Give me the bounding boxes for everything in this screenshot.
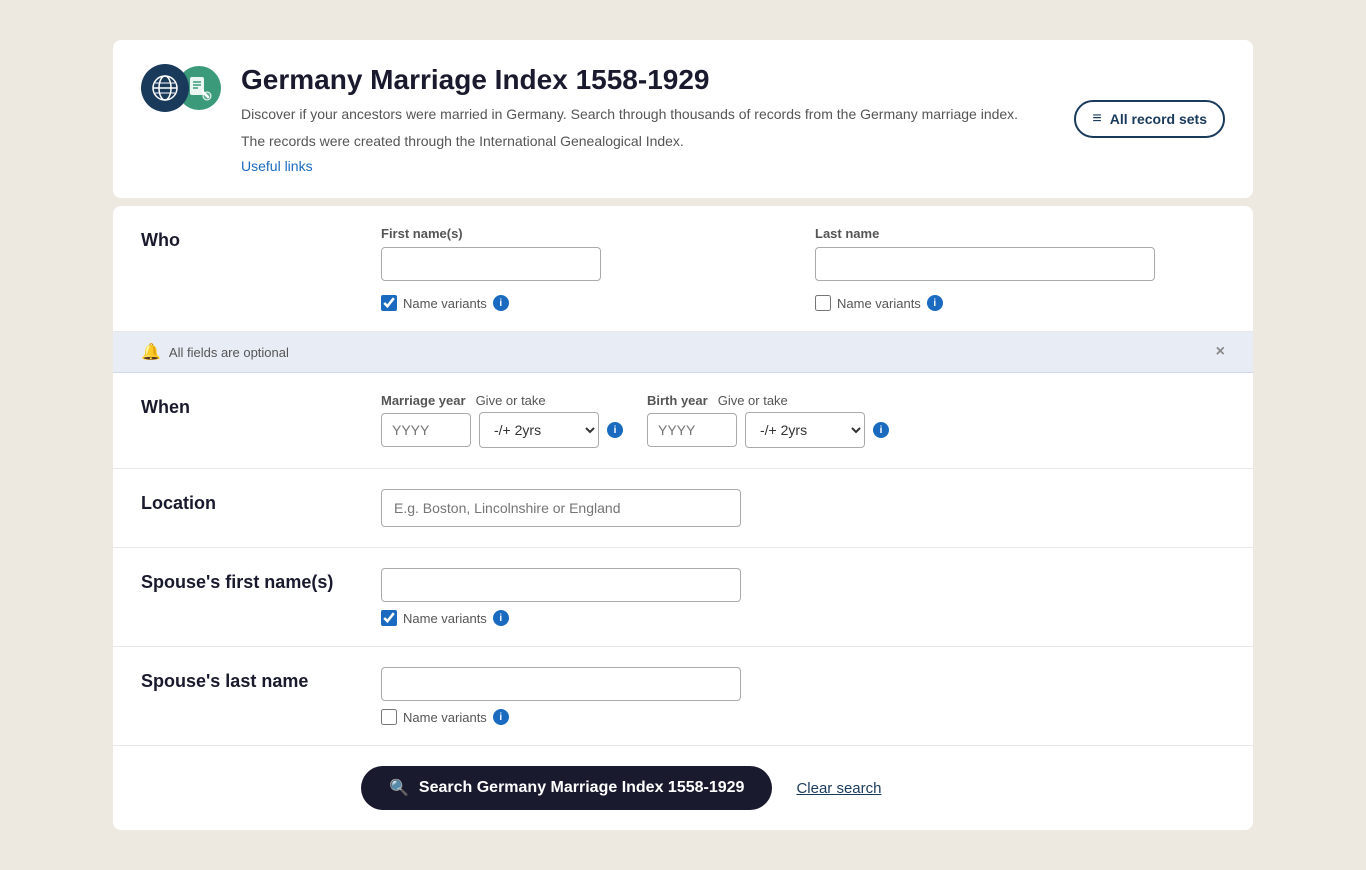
first-name-variants-label: Name variants: [403, 296, 487, 311]
first-name-group: First name(s) Name variants i: [381, 226, 791, 311]
search-icon: 🔍: [389, 778, 409, 798]
spouse-last-variants-label: Name variants: [403, 710, 487, 725]
marriage-year-info-icon[interactable]: i: [607, 422, 623, 438]
spouse-last-variants-row: Name variants i: [381, 709, 1225, 725]
spouse-first-input[interactable]: [381, 568, 741, 602]
location-label: Location: [141, 489, 361, 514]
who-section: Who First name(s) Name variants i Last n…: [113, 206, 1253, 332]
last-name-group: Last name Name variants i: [815, 226, 1225, 311]
notification-content: 🔔 All fields are optional: [141, 342, 289, 362]
spouse-last-variants-info-icon[interactable]: i: [493, 709, 509, 725]
who-content: First name(s) Name variants i Last name: [381, 226, 1225, 311]
when-label: When: [141, 393, 361, 418]
spouse-last-input[interactable]: [381, 667, 741, 701]
birth-year-input[interactable]: [647, 413, 737, 447]
marriage-give-take-select[interactable]: -/+ 2yrs Exact year -/+ 1yr -/+ 5yrs -/+…: [479, 412, 599, 448]
spouse-first-variants-label: Name variants: [403, 611, 487, 626]
marriage-give-take-label: Give or take: [476, 393, 546, 408]
last-name-variants-checkbox[interactable]: [815, 295, 831, 311]
last-name-variants-row: Name variants i: [815, 295, 1225, 311]
spouse-last-content: Name variants i: [381, 667, 1225, 725]
spouse-first-label: Spouse's first name(s): [141, 568, 361, 593]
first-name-variants-row: Name variants i: [381, 295, 791, 311]
search-button[interactable]: 🔍 Search Germany Marriage Index 1558-192…: [361, 766, 772, 810]
last-name-variants-info-icon[interactable]: i: [927, 295, 943, 311]
clear-search-button[interactable]: Clear search: [788, 768, 889, 809]
first-name-variants-checkbox[interactable]: [381, 295, 397, 311]
location-section: Location: [113, 469, 1253, 548]
header-icon-group: [141, 64, 221, 112]
last-name-label: Last name: [815, 226, 1225, 241]
first-name-label: First name(s): [381, 226, 791, 241]
header-card: Germany Marriage Index 1558-1929 Discove…: [113, 40, 1253, 198]
main-container: Germany Marriage Index 1558-1929 Discove…: [113, 40, 1253, 830]
notification-text-label: All fields are optional: [169, 345, 289, 360]
when-content: Marriage year Give or take -/+ 2yrs Exac…: [381, 393, 1225, 448]
spouse-last-section: Spouse's last name Name variants i: [113, 647, 1253, 746]
header-content: Germany Marriage Index 1558-1929 Discove…: [241, 64, 1054, 174]
last-name-variants-label: Name variants: [837, 296, 921, 311]
birth-give-take-select[interactable]: -/+ 2yrs Exact year -/+ 1yr -/+ 5yrs -/+…: [745, 412, 865, 448]
header-description-2: The records were created through the Int…: [241, 131, 1054, 152]
marriage-year-labels: Marriage year Give or take: [381, 393, 623, 408]
who-fields-row: First name(s) Name variants i Last name: [381, 226, 1225, 311]
spouse-first-variants-row: Name variants i: [381, 610, 1225, 626]
globe-icon: [141, 64, 189, 112]
all-record-sets-label: All record sets: [1110, 111, 1207, 127]
marriage-year-inputs: -/+ 2yrs Exact year -/+ 1yr -/+ 5yrs -/+…: [381, 412, 623, 448]
birth-year-inputs: -/+ 2yrs Exact year -/+ 1yr -/+ 5yrs -/+…: [647, 412, 889, 448]
birth-year-info-icon[interactable]: i: [873, 422, 889, 438]
notification-close-button[interactable]: ×: [1216, 343, 1225, 361]
page-title: Germany Marriage Index 1558-1929: [241, 64, 1054, 96]
when-fields: Marriage year Give or take -/+ 2yrs Exac…: [381, 393, 1225, 448]
spouse-first-variants-checkbox[interactable]: [381, 610, 397, 626]
header-description-1: Discover if your ancestors were married …: [241, 104, 1054, 125]
notification-bar: 🔔 All fields are optional ×: [113, 332, 1253, 373]
first-name-variants-info-icon[interactable]: i: [493, 295, 509, 311]
spouse-first-section: Spouse's first name(s) Name variants i: [113, 548, 1253, 647]
notification-bell-icon: 🔔: [141, 342, 161, 362]
spouse-last-label: Spouse's last name: [141, 667, 361, 692]
location-input[interactable]: [381, 489, 741, 527]
spouse-first-content: Name variants i: [381, 568, 1225, 626]
button-row: 🔍 Search Germany Marriage Index 1558-192…: [113, 746, 1253, 830]
who-label: Who: [141, 226, 361, 251]
marriage-year-label: Marriage year: [381, 393, 466, 408]
search-card: Who First name(s) Name variants i Last n…: [113, 206, 1253, 830]
useful-links[interactable]: Useful links: [241, 158, 313, 174]
all-record-sets-button[interactable]: ≡ All record sets: [1074, 100, 1225, 138]
birth-year-label: Birth year: [647, 393, 708, 408]
birth-give-take-label: Give or take: [718, 393, 788, 408]
spouse-last-variants-checkbox[interactable]: [381, 709, 397, 725]
marriage-year-group: Marriage year Give or take -/+ 2yrs Exac…: [381, 393, 623, 448]
last-name-input[interactable]: [815, 247, 1155, 281]
birth-year-labels: Birth year Give or take: [647, 393, 889, 408]
marriage-year-input[interactable]: [381, 413, 471, 447]
birth-year-group: Birth year Give or take -/+ 2yrs Exact y…: [647, 393, 889, 448]
when-section: When Marriage year Give or take -/+ 2yrs: [113, 373, 1253, 469]
search-button-label: Search Germany Marriage Index 1558-1929: [419, 779, 745, 797]
location-content: [381, 489, 1225, 527]
first-name-input[interactable]: [381, 247, 601, 281]
spouse-first-variants-info-icon[interactable]: i: [493, 610, 509, 626]
list-icon: ≡: [1092, 110, 1101, 128]
